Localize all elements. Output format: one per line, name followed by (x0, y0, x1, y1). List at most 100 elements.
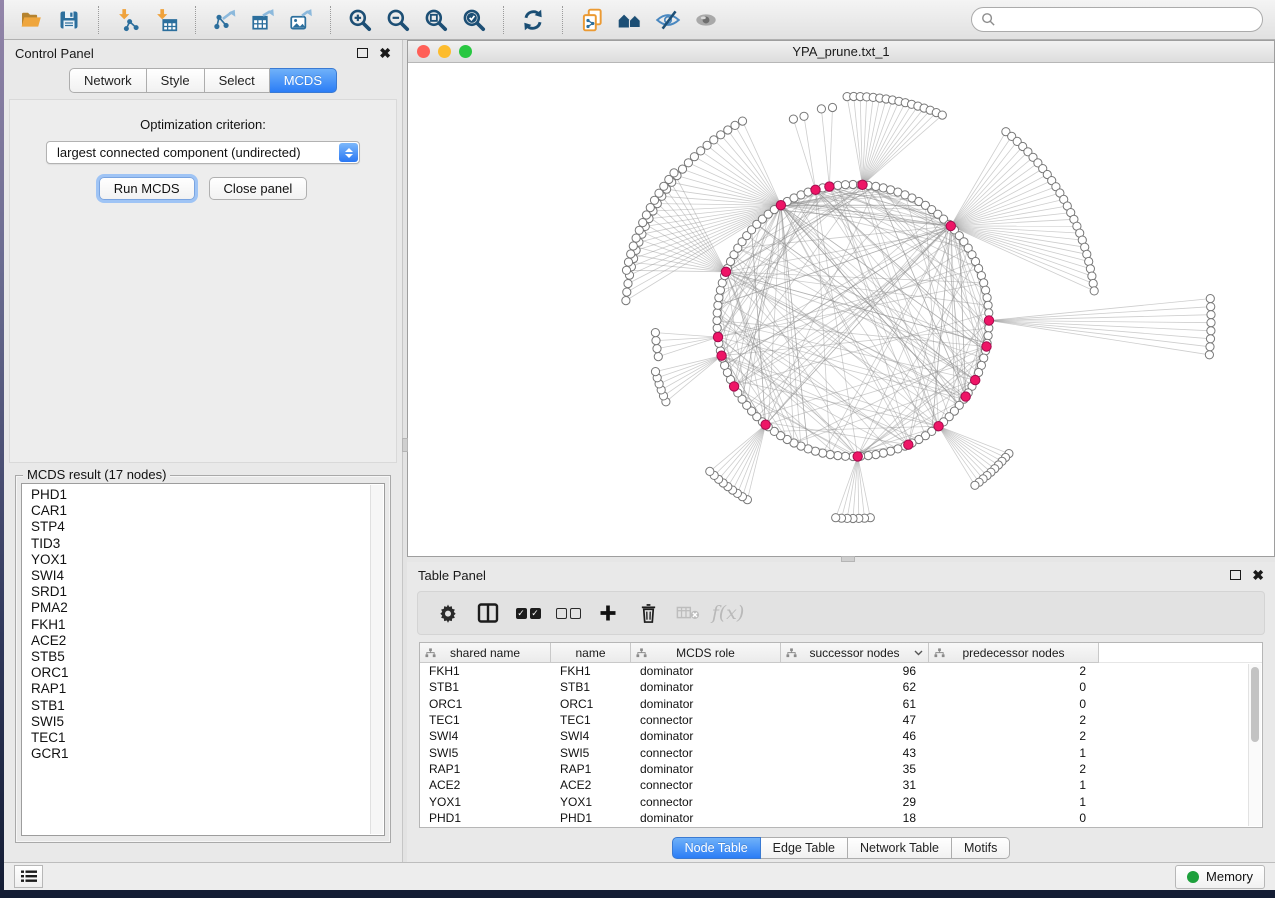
zoom-out-icon[interactable] (382, 5, 414, 35)
result-node-item[interactable]: SRD1 (31, 584, 384, 600)
table-row[interactable]: RAP1RAP1dominator352 (420, 761, 1262, 777)
add-column-icon[interactable] (588, 603, 628, 623)
hide-selected-icon[interactable] (652, 5, 684, 35)
table-row[interactable]: ACE2ACE2connector311 (420, 777, 1262, 793)
export-image-icon[interactable] (285, 5, 317, 35)
result-node-item[interactable]: STB5 (31, 649, 384, 665)
zoom-fit-icon[interactable] (420, 5, 452, 35)
show-all-icon[interactable] (690, 5, 722, 35)
table-cell: 46 (781, 729, 929, 743)
table-row[interactable]: PHD1PHD1dominator180 (420, 810, 1262, 826)
close-panel-icon[interactable]: ✖ (1252, 570, 1264, 580)
tab-edge-table[interactable]: Edge Table (761, 837, 848, 859)
column-header-successor-nodes[interactable]: successor nodes (781, 643, 929, 663)
splitter-grip[interactable] (841, 556, 855, 562)
result-list-scrollbar[interactable] (370, 485, 383, 834)
table-cell: RAP1 (551, 762, 631, 776)
minimize-window-icon[interactable] (438, 45, 451, 58)
maximize-window-icon[interactable] (459, 45, 472, 58)
table-row[interactable]: ORC1ORC1dominator610 (420, 696, 1262, 712)
result-node-item[interactable]: RAP1 (31, 681, 384, 697)
table-row[interactable]: STB1STB1dominator620 (420, 679, 1262, 695)
select-stepper-icon (339, 143, 358, 162)
tab-network-table[interactable]: Network Table (848, 837, 952, 859)
scrollbar-thumb[interactable] (1251, 667, 1259, 742)
settings-icon[interactable] (428, 603, 468, 623)
result-node-item[interactable]: STP4 (31, 519, 384, 535)
function-builder-icon: f(x) (708, 602, 748, 624)
table-cell: connector (631, 746, 781, 760)
tab-style[interactable]: Style (147, 68, 205, 93)
table-cell: FKH1 (551, 664, 631, 678)
column-header-MCDS-role[interactable]: MCDS role (631, 643, 781, 663)
horizontal-splitter[interactable] (407, 557, 1275, 562)
export-network-icon[interactable] (209, 5, 241, 35)
result-node-item[interactable]: SWI4 (31, 568, 384, 584)
split-columns-icon[interactable] (468, 603, 508, 623)
node-table: shared namenameMCDS rolesuccessor nodesp… (419, 642, 1263, 828)
table-cell: connector (631, 795, 781, 809)
mcds-result-list[interactable]: PHD1CAR1STP4TID3YOX1SWI4SRD1PMA2FKH1ACE2… (21, 483, 385, 836)
criterion-select[interactable]: largest connected component (undirected) (46, 141, 360, 164)
table-cell: 18 (781, 811, 929, 825)
table-cell: SWI4 (420, 729, 551, 743)
result-node-item[interactable]: STB1 (31, 698, 384, 714)
table-row[interactable]: YOX1YOX1connector291 (420, 793, 1262, 809)
column-header-shared-name[interactable]: shared name (420, 643, 551, 663)
float-panel-icon[interactable] (357, 48, 368, 58)
result-node-item[interactable]: ACE2 (31, 633, 384, 649)
task-history-button[interactable] (14, 865, 43, 888)
memory-button[interactable]: Memory (1175, 865, 1265, 889)
run-mcds-button[interactable]: Run MCDS (99, 177, 195, 200)
optimization-criterion-label: Optimization criterion: (10, 117, 396, 132)
toolbar-separator (195, 6, 196, 34)
table-cell: dominator (631, 811, 781, 825)
vertical-splitter[interactable] (402, 40, 407, 862)
column-header-name[interactable]: name (551, 643, 631, 663)
close-panel-icon[interactable]: ✖ (379, 48, 391, 58)
zoom-selected-icon[interactable] (458, 5, 490, 35)
first-neighbors-icon[interactable] (614, 5, 646, 35)
close-panel-button[interactable]: Close panel (209, 177, 308, 200)
result-node-item[interactable]: YOX1 (31, 552, 384, 568)
column-header-predecessor-nodes[interactable]: predecessor nodes (929, 643, 1099, 663)
open-icon[interactable] (15, 5, 47, 35)
result-node-item[interactable]: GCR1 (31, 746, 384, 762)
zoom-in-icon[interactable] (344, 5, 376, 35)
table-row[interactable]: FKH1FKH1dominator962 (420, 663, 1262, 679)
table-cell: ACE2 (420, 778, 551, 792)
table-cell: 1 (929, 795, 1099, 809)
result-node-item[interactable]: TID3 (31, 536, 384, 552)
table-row[interactable]: TEC1TEC1connector472 (420, 712, 1262, 728)
network-canvas[interactable] (408, 63, 1274, 556)
table-scrollbar[interactable] (1248, 664, 1261, 826)
tab-select[interactable]: Select (205, 68, 270, 93)
result-node-item[interactable]: CAR1 (31, 503, 384, 519)
save-icon[interactable] (53, 5, 85, 35)
tab-motifs[interactable]: Motifs (952, 837, 1010, 859)
refresh-icon[interactable] (517, 5, 549, 35)
table-row[interactable]: SWI5SWI5connector431 (420, 744, 1262, 760)
tab-node-table[interactable]: Node Table (672, 837, 761, 859)
result-node-item[interactable]: PMA2 (31, 600, 384, 616)
import-network-icon[interactable] (112, 5, 144, 35)
select-all-icon[interactable]: ✓✓ (508, 608, 548, 619)
duplicate-network-icon[interactable] (576, 5, 608, 35)
result-node-item[interactable]: ORC1 (31, 665, 384, 681)
network-graph[interactable] (408, 63, 1274, 556)
table-row[interactable]: SWI4SWI4dominator462 (420, 728, 1262, 744)
table-panel-titlebar: Table Panel ✖ (407, 562, 1275, 588)
import-table-icon[interactable] (150, 5, 182, 35)
float-panel-icon[interactable] (1230, 570, 1241, 580)
result-node-item[interactable]: FKH1 (31, 617, 384, 633)
result-node-item[interactable]: TEC1 (31, 730, 384, 746)
result-node-item[interactable]: SWI5 (31, 714, 384, 730)
close-window-icon[interactable] (417, 45, 430, 58)
search-input[interactable] (996, 12, 1253, 27)
deselect-all-icon[interactable] (548, 608, 588, 619)
result-node-item[interactable]: PHD1 (31, 487, 384, 503)
tab-mcds[interactable]: MCDS (270, 68, 337, 93)
export-table-icon[interactable] (247, 5, 279, 35)
tab-network[interactable]: Network (69, 68, 147, 93)
delete-column-icon[interactable] (628, 603, 668, 624)
